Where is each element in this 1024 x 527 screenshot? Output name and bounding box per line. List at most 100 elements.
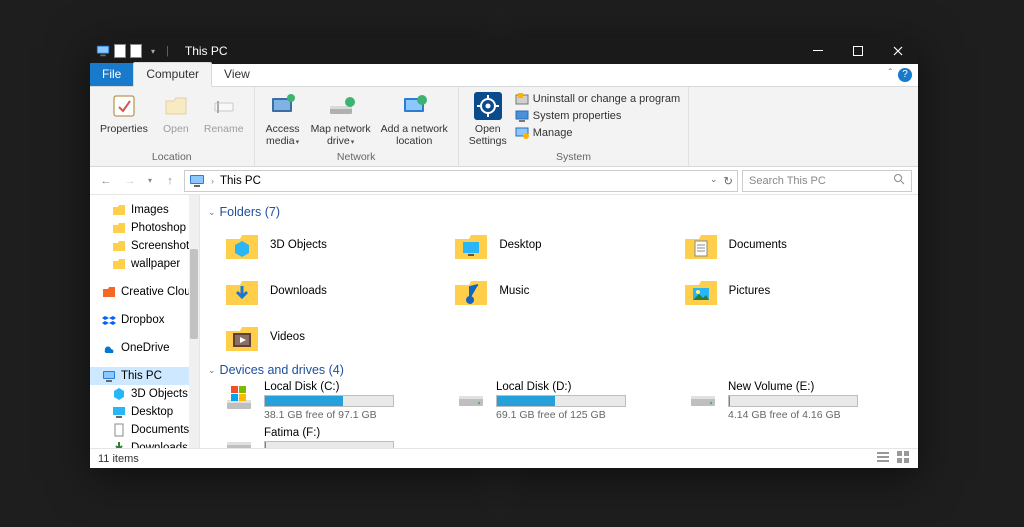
drive-free-text: 69.1 GB free of 125 GB (496, 409, 626, 421)
folder-videos[interactable]: Videos (224, 315, 453, 359)
drive-icon (224, 429, 254, 448)
nav-item-3d-objects[interactable]: 3D Objects (90, 385, 199, 403)
large-icons-view-button[interactable] (896, 450, 910, 467)
refresh-button[interactable]: ↻ (723, 174, 733, 188)
nav-item-wallpaper[interactable]: wallpaper (90, 255, 199, 273)
open-button: Open (154, 89, 198, 137)
uninstall-program-button[interactable]: Uninstall or change a program (513, 91, 682, 107)
navigation-pane[interactable]: Images Photoshop files Screenshots wallp… (90, 195, 200, 448)
pictures-icon (683, 273, 719, 309)
folders-group-header[interactable]: ⌄Folders (7) (200, 201, 912, 223)
nav-item-creative-cloud[interactable]: Creative Cloud Fil (90, 283, 199, 301)
rename-icon (209, 91, 239, 121)
folder-3d-objects[interactable]: 3D Objects (224, 223, 453, 267)
properties-icon (109, 91, 139, 121)
3d-objects-icon (224, 227, 260, 263)
minimize-button[interactable] (798, 38, 838, 64)
up-button[interactable]: ↑ (160, 171, 180, 191)
drive-item[interactable]: Fatima (F:)3.02 GB free of 3.04 GB (224, 427, 448, 448)
desktop-icon (112, 405, 126, 419)
forward-button[interactable]: → (120, 171, 140, 191)
drive-item[interactable]: Local Disk (D:)69.1 GB free of 125 GB (456, 381, 680, 421)
downloads-icon (224, 273, 260, 309)
capacity-bar (264, 395, 394, 407)
folder-pictures[interactable]: Pictures (683, 269, 912, 313)
nav-item-documents[interactable]: Documents (90, 421, 199, 439)
address-bar: ← → ▾ ↑ › This PC ⌄ ↻ Search This PC (90, 167, 918, 195)
thispc-icon (189, 173, 205, 189)
folder-music[interactable]: Music (453, 269, 682, 313)
folder-desktop[interactable]: Desktop (453, 223, 682, 267)
scrollbar-thumb[interactable] (190, 249, 198, 339)
drive-free-text: 4.14 GB free of 4.16 GB (728, 409, 858, 421)
system-properties-icon (515, 109, 529, 123)
group-label: Location (96, 149, 248, 166)
nav-item-downloads[interactable]: Downloads (90, 439, 199, 448)
chevron-down-icon: ⌄ (208, 365, 216, 376)
address-dropdown[interactable]: ⌄ (710, 174, 718, 188)
open-settings-button[interactable]: Open Settings (465, 89, 511, 149)
videos-icon (224, 319, 260, 355)
nav-item-screenshots[interactable]: Screenshots (90, 237, 199, 255)
qat-item[interactable] (114, 44, 126, 58)
chevron-down-icon: ⌄ (208, 207, 216, 218)
status-bar: 11 items (90, 448, 918, 468)
back-button[interactable]: ← (96, 171, 116, 191)
content-pane[interactable]: ⌄Folders (7) 3D Objects Desktop Document… (200, 195, 918, 448)
nav-scrollbar[interactable] (189, 195, 199, 448)
properties-button[interactable]: Properties (96, 89, 152, 137)
search-input[interactable]: Search This PC (742, 170, 912, 192)
titlebar: ▾ | This PC (90, 38, 918, 64)
drive-icon (456, 383, 486, 413)
tab-file[interactable]: File (90, 63, 133, 86)
add-network-location-button[interactable]: Add a network location (377, 89, 452, 149)
settings-icon (473, 91, 503, 121)
crumb-sep[interactable]: › (211, 176, 214, 186)
ribbon: Properties Open Rename Location Access m… (90, 87, 918, 167)
drive-item[interactable]: Local Disk (C:)38.1 GB free of 97.1 GB (224, 381, 448, 421)
ribbon-group-location: Properties Open Rename Location (90, 87, 255, 166)
documents-icon (683, 227, 719, 263)
nav-item-images[interactable]: Images (90, 201, 199, 219)
qat-item[interactable] (130, 44, 142, 58)
nav-item-this-pc[interactable]: This PC (90, 367, 199, 385)
uninstall-icon (515, 92, 529, 106)
folder-downloads[interactable]: Downloads (224, 269, 453, 313)
tab-computer[interactable]: Computer (133, 62, 212, 87)
nav-item-desktop[interactable]: Desktop (90, 403, 199, 421)
item-count: 11 items (98, 453, 139, 465)
folder-documents[interactable]: Documents (683, 223, 912, 267)
close-button[interactable] (878, 38, 918, 64)
address-box[interactable]: › This PC ⌄ ↻ (184, 170, 738, 192)
folder-icon (112, 221, 126, 235)
recent-locations-button[interactable]: ▾ (144, 171, 156, 191)
details-view-button[interactable] (876, 450, 890, 467)
maximize-button[interactable] (838, 38, 878, 64)
ribbon-tabs: File Computer View ˆ ? (90, 64, 918, 87)
tab-view[interactable]: View (212, 63, 262, 86)
help-button[interactable]: ? (898, 68, 912, 82)
map-drive-icon (326, 91, 356, 121)
drive-icon (224, 383, 254, 413)
drive-name: Fatima (F:) (264, 427, 394, 439)
drive-free-text: 38.1 GB free of 97.1 GB (264, 409, 394, 421)
dropbox-icon (102, 313, 116, 327)
access-media-button[interactable]: Access media (261, 89, 305, 149)
drive-item[interactable]: New Volume (E:)4.14 GB free of 4.16 GB (688, 381, 912, 421)
collapse-ribbon-button[interactable]: ˆ (889, 68, 892, 79)
desktop-icon (453, 227, 489, 263)
breadcrumb[interactable]: This PC (220, 175, 261, 187)
manage-button[interactable]: Manage (513, 125, 682, 141)
nav-item-photoshop-files[interactable]: Photoshop files (90, 219, 199, 237)
group-label: Network (261, 149, 452, 166)
nav-item-dropbox[interactable]: Dropbox (90, 311, 199, 329)
nav-item-onedrive[interactable]: OneDrive (90, 339, 199, 357)
folder-icon (112, 203, 126, 217)
onedrive-icon (102, 341, 116, 355)
capacity-bar (496, 395, 626, 407)
qat-dropdown[interactable]: ▾ (146, 44, 160, 58)
map-network-drive-button[interactable]: Map network drive (307, 89, 375, 149)
add-location-icon (399, 91, 429, 121)
system-properties-button[interactable]: System properties (513, 108, 682, 124)
drives-group-header[interactable]: ⌄Devices and drives (4) (200, 359, 912, 381)
